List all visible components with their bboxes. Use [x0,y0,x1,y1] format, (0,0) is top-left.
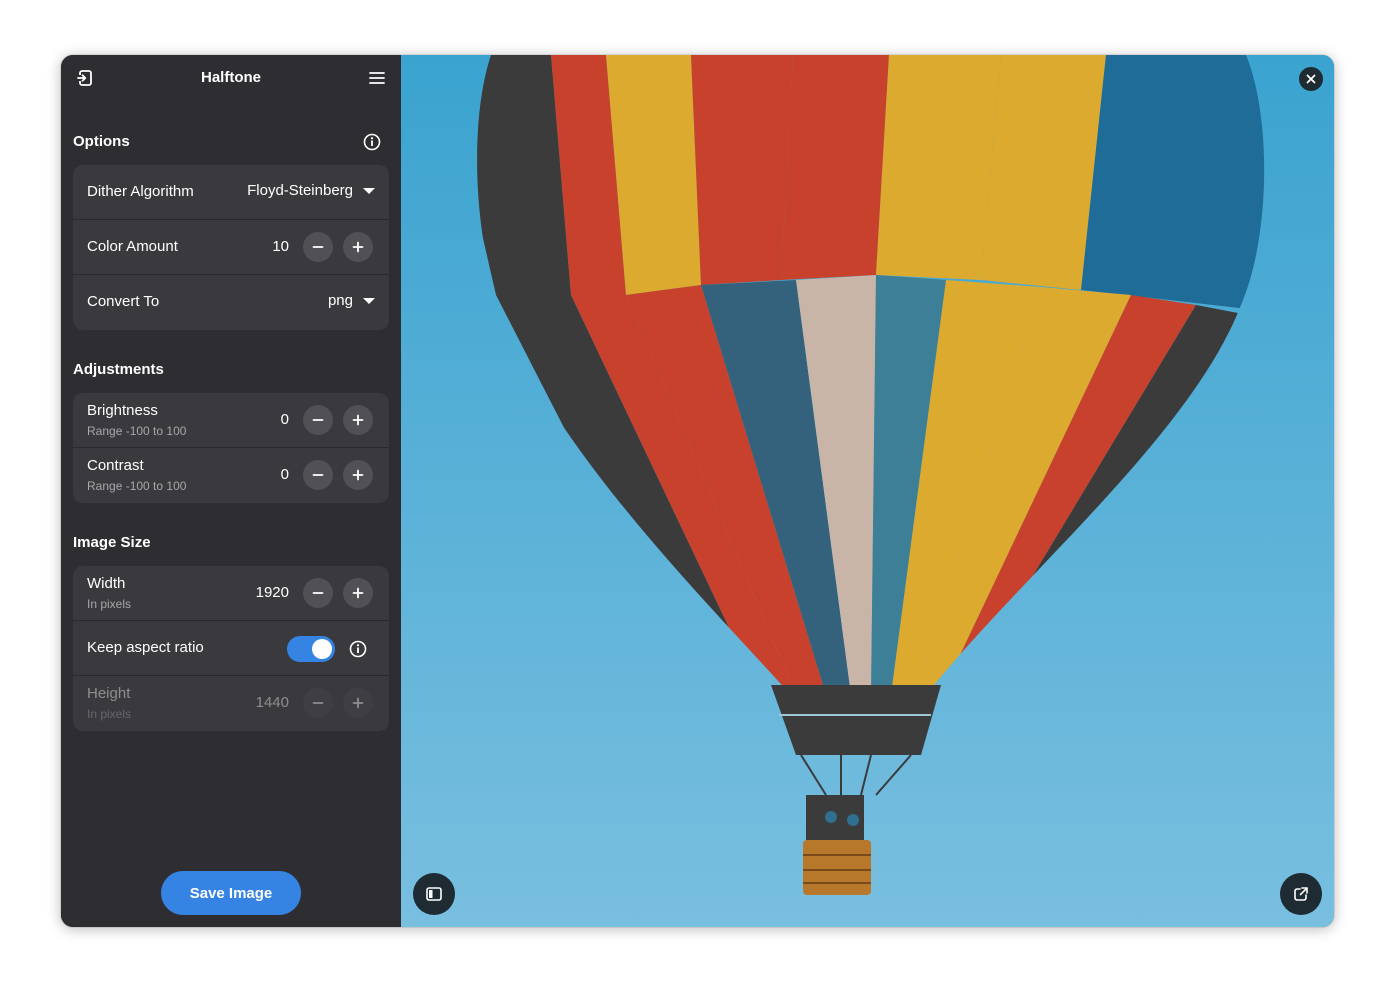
open-external-icon [1294,887,1308,901]
options-info-button[interactable] [360,130,384,154]
options-group: Dither Algorithm Floyd-Steinberg Color A… [73,165,389,330]
main-menu-button[interactable] [361,62,393,94]
window-title: Halftone [201,69,261,86]
contrast-increase-button[interactable] [343,460,373,490]
close-button[interactable] [1299,67,1323,91]
brightness-decrease-button[interactable] [303,405,333,435]
plus-icon [352,587,364,599]
image-size-group: Width In pixels 1920 Keep aspect ratio H… [73,566,389,731]
width-increase-button[interactable] [343,578,373,608]
sidebar: Halftone Options Dither Algorithm Floyd-… [61,55,401,927]
color-amount-value: 10 [272,238,289,255]
adjustments-group: Brightness Range -100 to 100 0 Contrast … [73,393,389,503]
brightness-row: Brightness Range -100 to 100 0 [73,393,389,448]
options-section-title: Options [73,133,130,150]
sidebar-toggle-icon [426,887,442,901]
color-amount-decrease-button[interactable] [303,232,333,262]
open-external-button[interactable] [1280,873,1322,915]
height-label: Height [87,685,131,702]
brightness-value: 0 [280,411,289,428]
info-icon [363,133,381,151]
adjustments-section-title: Adjustments [73,361,164,378]
brightness-range: Range -100 to 100 [87,424,187,438]
dither-algorithm-label: Dither Algorithm [87,183,194,200]
close-icon [1306,74,1316,84]
convert-to-value: png [327,292,353,309]
width-unit: In pixels [87,597,132,611]
keep-aspect-ratio-label: Keep aspect ratio [87,639,204,656]
chevron-down-icon [363,187,375,194]
plus-icon [352,241,364,253]
dither-algorithm-dropdown[interactable]: Floyd-Steinberg [247,182,375,199]
convert-to-row: Convert To png [73,275,389,330]
dither-algorithm-value: Floyd-Steinberg [247,182,353,199]
height-row: Height In pixels 1440 [73,676,389,731]
contrast-row: Contrast Range -100 to 100 0 [73,448,389,503]
minus-icon [312,702,324,704]
keep-aspect-ratio-switch[interactable] [287,636,335,662]
height-decrease-button [303,688,333,718]
brightness-increase-button[interactable] [343,405,373,435]
chevron-down-icon [363,297,375,304]
plus-icon [352,414,364,426]
save-image-button[interactable]: Save Image [161,871,301,915]
toggle-sidebar-button[interactable] [413,873,455,915]
switch-knob [312,639,332,659]
hot-air-balloon-image [401,55,1334,927]
color-amount-label: Color Amount [87,238,178,255]
app-window: Halftone Options Dither Algorithm Floyd-… [61,55,1334,927]
minus-icon [312,419,324,421]
hamburger-menu-icon [369,72,385,84]
contrast-value: 0 [280,466,289,483]
minus-icon [312,246,324,248]
image-preview [401,55,1334,927]
plus-icon [352,469,364,481]
minus-icon [312,592,324,594]
width-label: Width [87,575,126,592]
width-row: Width In pixels 1920 [73,566,389,621]
contrast-decrease-button[interactable] [303,460,333,490]
convert-to-dropdown[interactable]: png [328,292,375,309]
height-unit: In pixels [87,707,132,721]
color-amount-increase-button[interactable] [343,232,373,262]
width-decrease-button[interactable] [303,578,333,608]
plus-icon [352,697,364,709]
height-value: 1440 [255,694,289,711]
sidebar-headerbar: Halftone [61,55,401,101]
brightness-label: Brightness [87,402,158,419]
image-size-section-title: Image Size [73,534,151,551]
dither-algorithm-row: Dither Algorithm Floyd-Steinberg [73,165,389,220]
minus-icon [312,474,324,476]
info-icon [349,640,367,658]
convert-to-label: Convert To [87,293,160,310]
contrast-range: Range -100 to 100 [87,479,187,493]
width-value: 1920 [255,584,289,601]
height-increase-button [343,688,373,718]
aspect-ratio-info-button[interactable] [347,638,369,660]
keep-aspect-ratio-row: Keep aspect ratio [73,621,389,676]
contrast-label: Contrast [87,457,144,474]
color-amount-row: Color Amount 10 [73,220,389,275]
